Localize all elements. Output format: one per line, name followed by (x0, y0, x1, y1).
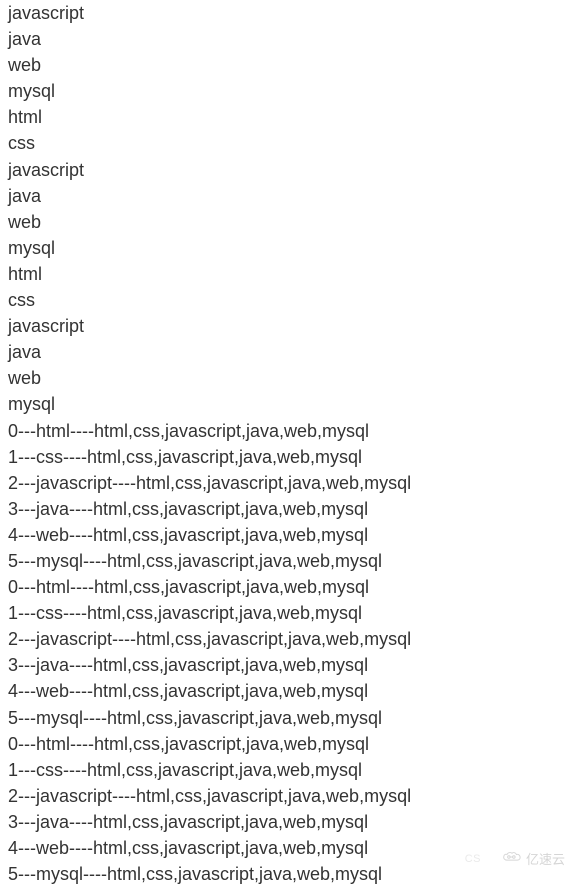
output-line: 3---java----html,css,javascript,java,web… (8, 652, 571, 678)
output-line: 5---mysql----html,css,javascript,java,we… (8, 705, 571, 731)
watermark: 亿速云 (502, 850, 565, 870)
watermark-text: 亿速云 (526, 851, 565, 870)
output-line: javascript (8, 157, 571, 183)
output-line: 3---java----html,css,javascript,java,web… (8, 809, 571, 835)
output-line: java (8, 183, 571, 209)
output-line: 5---mysql----html,css,javascript,java,we… (8, 548, 571, 574)
output-line: 5---mysql----html,css,javascript,java,we… (8, 861, 571, 887)
output-line: web (8, 52, 571, 78)
output-line: 3---java----html,css,javascript,java,web… (8, 496, 571, 522)
output-line: 1---css----html,css,javascript,java,web,… (8, 444, 571, 470)
output-line: javascript (8, 0, 571, 26)
csdn-watermark: CS (465, 852, 481, 868)
output-line: 4---web----html,css,javascript,java,web,… (8, 678, 571, 704)
cloud-icon (502, 850, 522, 870)
output-line: 0---html----html,css,javascript,java,web… (8, 418, 571, 444)
output-line: java (8, 26, 571, 52)
output-line: css (8, 130, 571, 156)
output-line: java (8, 339, 571, 365)
output-line: css (8, 287, 571, 313)
output-line: 2---javascript----html,css,javascript,ja… (8, 626, 571, 652)
output-line: 1---css----html,css,javascript,java,web,… (8, 600, 571, 626)
output-line: mysql (8, 78, 571, 104)
output-line: mysql (8, 391, 571, 417)
output-line: 0---html----html,css,javascript,java,web… (8, 574, 571, 600)
output-line: 0---html----html,css,javascript,java,web… (8, 731, 571, 757)
output-line: 2---javascript----html,css,javascript,ja… (8, 470, 571, 496)
output-line: 4---web----html,css,javascript,java,web,… (8, 522, 571, 548)
output-line: web (8, 365, 571, 391)
output-line: html (8, 261, 571, 287)
output-line: html (8, 104, 571, 130)
output-line: 2---javascript----html,css,javascript,ja… (8, 783, 571, 809)
output-line: javascript (8, 313, 571, 339)
output-line: 4---web----html,css,javascript,java,web,… (8, 835, 571, 861)
text-output: javascriptjavawebmysqlhtmlcssjavascriptj… (8, 0, 571, 887)
output-line: mysql (8, 235, 571, 261)
output-line: 1---css----html,css,javascript,java,web,… (8, 757, 571, 783)
output-line: web (8, 209, 571, 235)
